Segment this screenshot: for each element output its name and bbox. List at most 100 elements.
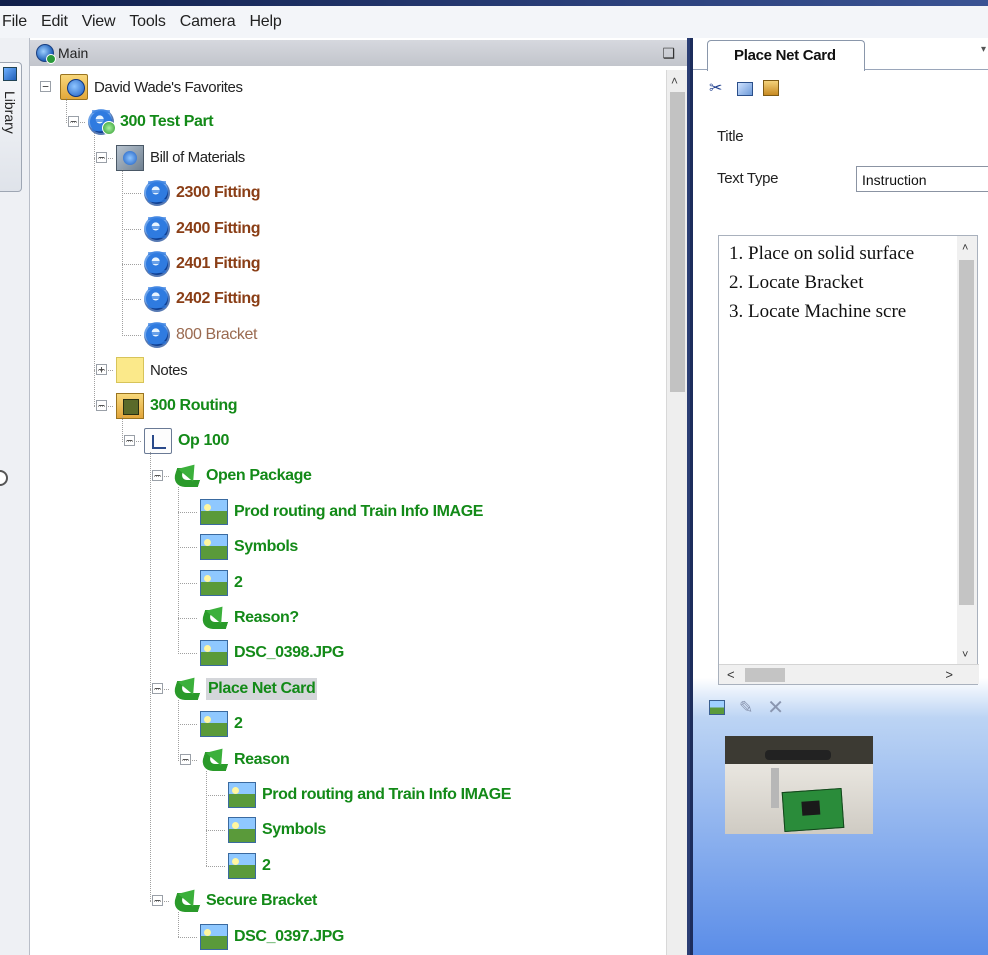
part-gear-icon xyxy=(144,178,170,209)
main-panel-icon xyxy=(36,44,56,64)
tree-node-label: Symbols xyxy=(262,821,326,839)
thumbnail-network-card xyxy=(781,787,845,833)
tree-connector xyxy=(206,770,207,866)
library-tab[interactable]: Library xyxy=(0,62,22,192)
part-gear-icon xyxy=(144,319,170,350)
tree-node[interactable]: Prod routing and Train Info IMAGE xyxy=(200,495,483,529)
tree-node[interactable]: Symbols xyxy=(200,530,298,564)
menu-file[interactable]: File xyxy=(2,13,27,31)
text-type-select[interactable]: Instruction xyxy=(856,166,988,192)
tree-node[interactable]: −Bill of Materials xyxy=(96,141,245,175)
tree-connector xyxy=(122,168,123,335)
part-gear-icon xyxy=(88,107,116,138)
tree-node-label: Bill of Materials xyxy=(150,149,245,167)
instruction-line: 1. Place on solid surface xyxy=(729,243,915,264)
menu-camera[interactable]: Camera xyxy=(180,13,236,31)
instruction-lines: 1. Place on solid surface 2. Locate Brac… xyxy=(729,239,957,326)
copy-icon[interactable] xyxy=(737,82,753,96)
tree-node-label: Open Package xyxy=(206,467,312,485)
image-icon xyxy=(200,498,228,525)
instruction-line: 3. Locate Machine scre xyxy=(729,301,907,322)
tree-connector xyxy=(66,98,67,123)
tree-node[interactable]: Prod routing and Train Info IMAGE xyxy=(228,778,511,812)
tree-node[interactable]: −300 Test Part xyxy=(68,105,214,139)
cut-icon[interactable] xyxy=(709,78,727,98)
tree-node-label: 2402 Fitting xyxy=(176,290,261,308)
tree-node-label: DSC_0397.JPG xyxy=(234,927,344,945)
tree-node[interactable]: 2300 Fitting xyxy=(144,176,261,210)
tree-node[interactable]: − David Wade's Favorites xyxy=(40,70,243,104)
application-window: File Edit View Tools Camera Help Library… xyxy=(0,0,988,955)
tree-node[interactable]: −Reason xyxy=(180,743,290,777)
main-panel: Main ❑ − David Wade's Favorites −300 Test … xyxy=(30,38,690,955)
tree-node-label: 2400 Fitting xyxy=(176,219,261,237)
tree-node[interactable]: 2 xyxy=(200,707,243,741)
tree-node-label: Secure Bracket xyxy=(206,892,317,910)
tree-connector xyxy=(206,830,226,832)
tree-node[interactable]: −Place Net Card xyxy=(152,672,318,706)
tree-node-label: 2 xyxy=(234,715,243,733)
tab-place-net-card[interactable]: Place Net Card xyxy=(707,40,865,71)
paste-icon[interactable] xyxy=(763,80,779,96)
editor-vertical-scrollbar[interactable]: ˄ ˅ xyxy=(957,236,977,664)
insert-image-icon[interactable] xyxy=(709,700,725,715)
tree-connector xyxy=(150,901,170,903)
tree-connector xyxy=(178,618,198,619)
bill-of-materials-icon xyxy=(116,144,144,171)
menu-view[interactable]: View xyxy=(82,13,116,31)
operation-icon xyxy=(144,428,172,454)
delete-icon[interactable]: ✕ xyxy=(767,695,784,720)
scroll-up-icon[interactable]: ˄ xyxy=(671,74,678,88)
tree-connector xyxy=(178,582,198,584)
tree-connector xyxy=(178,724,198,726)
library-tab-label: Library xyxy=(2,91,18,134)
menu-tools[interactable]: Tools xyxy=(129,13,166,31)
pin-icon[interactable]: ❑ xyxy=(662,45,675,62)
edit-pencil-icon[interactable]: ✎ xyxy=(739,698,753,718)
image-icon xyxy=(228,852,256,879)
menu-help[interactable]: Help xyxy=(249,13,281,31)
tree-scroll-thumb[interactable] xyxy=(670,92,685,392)
scroll-up-icon[interactable]: ˄ xyxy=(962,242,968,254)
tree-vertical-scrollbar[interactable]: ˄ xyxy=(666,70,687,955)
instruction-line: 2. Locate Bracket xyxy=(729,272,864,293)
tree-connector xyxy=(66,122,86,124)
tree-connector xyxy=(178,912,179,937)
tree-connector xyxy=(150,452,151,902)
tree-connector xyxy=(150,688,170,690)
tree-node[interactable]: 2401 Fitting xyxy=(144,247,261,281)
menu-edit[interactable]: Edit xyxy=(41,13,68,31)
tree-node[interactable]: −300 Routing xyxy=(96,389,238,423)
scroll-right-icon[interactable]: > xyxy=(945,667,953,682)
tree-node[interactable]: DSC_0398.JPG xyxy=(200,636,344,670)
tree-node[interactable]: Symbols xyxy=(228,813,326,847)
tree-node[interactable]: 2402 Fitting xyxy=(144,282,261,316)
image-icon xyxy=(228,782,256,808)
tree-node[interactable]: DSC_0397.JPG xyxy=(200,920,344,954)
step-image-thumbnail[interactable] xyxy=(725,736,873,834)
tree-node[interactable]: +Notes xyxy=(96,353,188,387)
tree-node[interactable]: −Secure Bracket xyxy=(152,884,317,918)
tree-node[interactable]: −Open Package xyxy=(152,459,312,493)
tree-node[interactable]: 2400 Fitting xyxy=(144,212,261,246)
editor-hscroll-thumb[interactable] xyxy=(745,668,785,682)
editor-scroll-thumb[interactable] xyxy=(959,260,974,605)
dock-handle-icon[interactable] xyxy=(0,470,8,486)
tree-node-label: Prod routing and Train Info IMAGE xyxy=(262,786,512,803)
tab-dropdown-icon[interactable]: ▾ xyxy=(981,44,986,55)
tree-node[interactable]: 800 Bracket xyxy=(144,318,257,352)
tree-connector xyxy=(206,865,226,867)
editor-horizontal-scrollbar[interactable]: < > xyxy=(719,664,979,684)
tree-node[interactable]: −Op 100 xyxy=(124,424,229,458)
tree-connector xyxy=(122,299,142,301)
scroll-down-icon[interactable]: ˅ xyxy=(962,649,968,661)
tree-connector xyxy=(206,795,226,796)
instruction-text-editor[interactable]: 1. Place on solid surface 2. Locate Brac… xyxy=(718,235,979,685)
tree-node[interactable]: 2 xyxy=(200,566,243,600)
tree-node-label: 2 xyxy=(262,856,271,874)
tree-node[interactable]: 2 xyxy=(228,849,271,883)
tree-node[interactable]: Reason? xyxy=(200,601,299,635)
collapse-icon[interactable]: − xyxy=(40,81,51,92)
tree-connector xyxy=(178,511,198,513)
scroll-left-icon[interactable]: < xyxy=(727,667,735,682)
